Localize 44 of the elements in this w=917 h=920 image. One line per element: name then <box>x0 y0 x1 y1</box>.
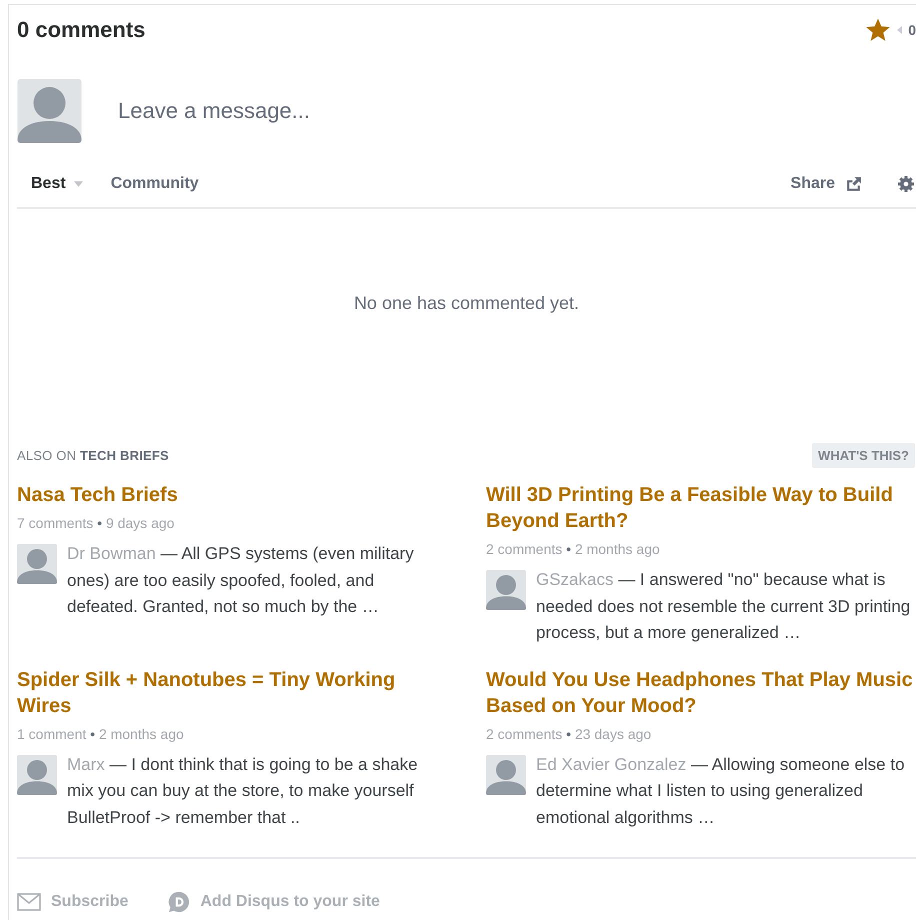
envelope-icon <box>17 893 41 911</box>
separator-dot: • <box>97 515 102 531</box>
comment-excerpt: GSzakacs — I answered "no" because what is needed does not resemble the current 3D printing process, but a more generalized … <box>536 569 912 644</box>
comment-count-title: 0 comments <box>17 17 146 43</box>
comment-count: 7 comments <box>17 515 94 531</box>
post-age: 23 days ago <box>574 726 652 742</box>
avatar-icon <box>17 544 57 584</box>
favorite-count: 0 <box>908 22 916 38</box>
avatar-icon <box>486 570 526 610</box>
footer-link[interactable]: Add Disqus to your site <box>168 891 380 913</box>
whats-this-button[interactable]: WHAT'S THIS? <box>812 443 915 468</box>
comment-excerpt: Marx — I dont think that is going to be a shake mix you can buy at the store, to make yourself BulletProof -> remember that .. <box>67 754 419 828</box>
section-label: ALSO ON TECH BRIEFS <box>17 448 169 463</box>
sort-tab[interactable]: Best <box>17 175 97 193</box>
avatar-icon <box>486 754 526 794</box>
empty-message: No one has commented yet. <box>354 293 580 315</box>
discussion-title-link[interactable]: Nasa Tech Briefs <box>17 482 447 508</box>
comment-count: 2 comments <box>486 541 562 557</box>
comment-excerpt: Ed Xavier Gonzalez — Allowing someone else to determine what I listen to using generalized emotional algorithms … <box>536 754 906 828</box>
star-icon[interactable] <box>865 17 892 43</box>
discussion-title-link[interactable]: Spider Silk + Nanotubes = Tiny Working Wires <box>17 666 447 718</box>
separator-dot: • <box>566 541 572 557</box>
author-link[interactable]: Ed Xavier Gonzalez <box>536 754 686 774</box>
avatar-icon <box>17 754 57 794</box>
speech-bubble-icon <box>168 891 190 913</box>
post-age: 2 months ago <box>98 726 184 742</box>
author-link[interactable]: GSzakacs <box>536 570 614 589</box>
comment-count: 1 comment <box>17 726 86 742</box>
author-link[interactable]: Marx <box>67 754 105 774</box>
share-button[interactable]: Share <box>790 175 862 193</box>
separator-dot: • <box>566 726 572 742</box>
footer-link[interactable]: Subscribe <box>17 891 128 913</box>
comment-count: 2 comments <box>486 726 562 742</box>
author-link[interactable]: Dr Bowman <box>67 544 156 563</box>
sort-tab[interactable]: Community <box>96 175 213 193</box>
post-age: 9 days ago <box>106 515 174 531</box>
share-icon <box>845 176 862 192</box>
separator-dot: • <box>90 726 96 742</box>
discussion-title-link[interactable]: Would You Use Headphones That Play Music Based on Your Mood? <box>486 666 916 718</box>
comment-excerpt: Dr Bowman — All GPS systems (even military ones) are too easily spoofed, fooled, and defeated. Granted, not so much by the … <box>67 543 415 618</box>
post-age: 2 months ago <box>574 541 660 557</box>
avatar-icon <box>17 79 82 143</box>
caret-icon <box>897 26 902 34</box>
discussion-title-link[interactable]: Will 3D Printing Be a Feasible Way to Build Beyond Earth? <box>486 482 916 534</box>
